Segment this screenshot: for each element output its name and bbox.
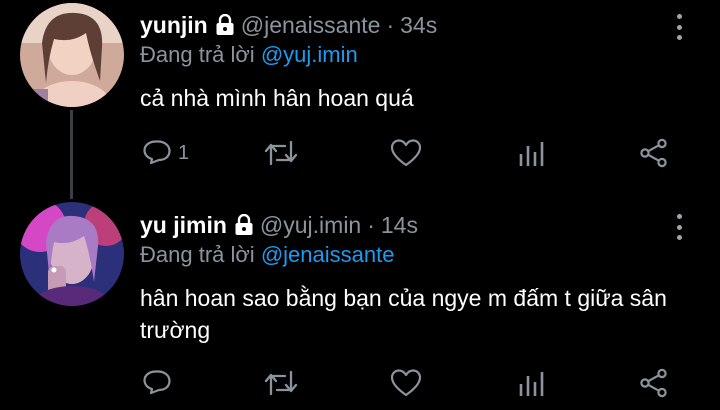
- timestamp[interactable]: 14s: [381, 212, 418, 239]
- stats-icon: [518, 138, 546, 168]
- more-vertical-icon[interactable]: [674, 214, 684, 240]
- action-bar: 1: [0, 136, 720, 170]
- timestamp[interactable]: 34s: [400, 12, 437, 39]
- replying-to: Đang trả lời @yuj.imin: [140, 42, 358, 68]
- replying-to-label: Đang trả lời: [140, 42, 255, 67]
- reply-icon: [142, 368, 172, 398]
- separator-dot: ·: [386, 11, 395, 38]
- lock-icon: [215, 14, 235, 36]
- tweet-header: yunjin @jenaissante · 34s: [140, 10, 437, 40]
- reply-icon: [142, 138, 172, 168]
- replying-to-handle[interactable]: @yuj.imin: [261, 42, 358, 67]
- avatar-image: [20, 3, 124, 107]
- share-icon: [638, 368, 670, 398]
- avatar-image: [20, 202, 124, 306]
- retweet-icon: [263, 138, 299, 168]
- tweet-2[interactable]: yu jimin @yuj.imin · 14s Đang trả lời @j…: [0, 200, 720, 410]
- stats-icon: [518, 368, 546, 398]
- retweet-button[interactable]: [263, 136, 299, 170]
- heart-icon: [390, 138, 422, 168]
- tweet-1[interactable]: yunjin @jenaissante · 34s Đang trả lời @…: [0, 0, 720, 200]
- handle[interactable]: @jenaissante: [241, 12, 381, 39]
- lock-icon: [234, 214, 254, 236]
- like-button[interactable]: [390, 366, 422, 400]
- share-icon: [638, 138, 670, 168]
- reply-button[interactable]: [142, 366, 178, 400]
- reply-count: 1: [178, 141, 190, 164]
- replying-to-label: Đang trả lời: [140, 242, 255, 267]
- replying-to-handle[interactable]: @jenaissante: [261, 242, 395, 267]
- heart-icon: [390, 368, 422, 398]
- share-button[interactable]: [638, 366, 670, 400]
- avatar-yu-jimin[interactable]: [20, 202, 124, 306]
- display-name[interactable]: yunjin: [140, 12, 208, 39]
- tweet-text: hân hoan sao bằng bạn của ngye m đấm t g…: [140, 285, 667, 343]
- handle[interactable]: @yuj.imin: [260, 212, 361, 239]
- tweet-text: cả nhà mình hân hoan quá: [140, 85, 414, 111]
- stats-button[interactable]: [518, 136, 546, 170]
- display-name[interactable]: yu jimin: [140, 212, 227, 239]
- stats-button[interactable]: [518, 366, 546, 400]
- more-vertical-icon[interactable]: [674, 14, 684, 40]
- replying-to: Đang trả lời @jenaissante: [140, 242, 394, 268]
- tweet-header: yu jimin @yuj.imin · 14s: [140, 210, 418, 240]
- share-button[interactable]: [638, 136, 670, 170]
- retweet-button[interactable]: [263, 366, 299, 400]
- separator-dot: ·: [367, 211, 375, 238]
- action-bar: [0, 366, 720, 400]
- reply-button[interactable]: 1: [142, 136, 189, 170]
- retweet-icon: [263, 368, 299, 398]
- like-button[interactable]: [390, 136, 422, 170]
- avatar-yunjin[interactable]: [20, 3, 124, 107]
